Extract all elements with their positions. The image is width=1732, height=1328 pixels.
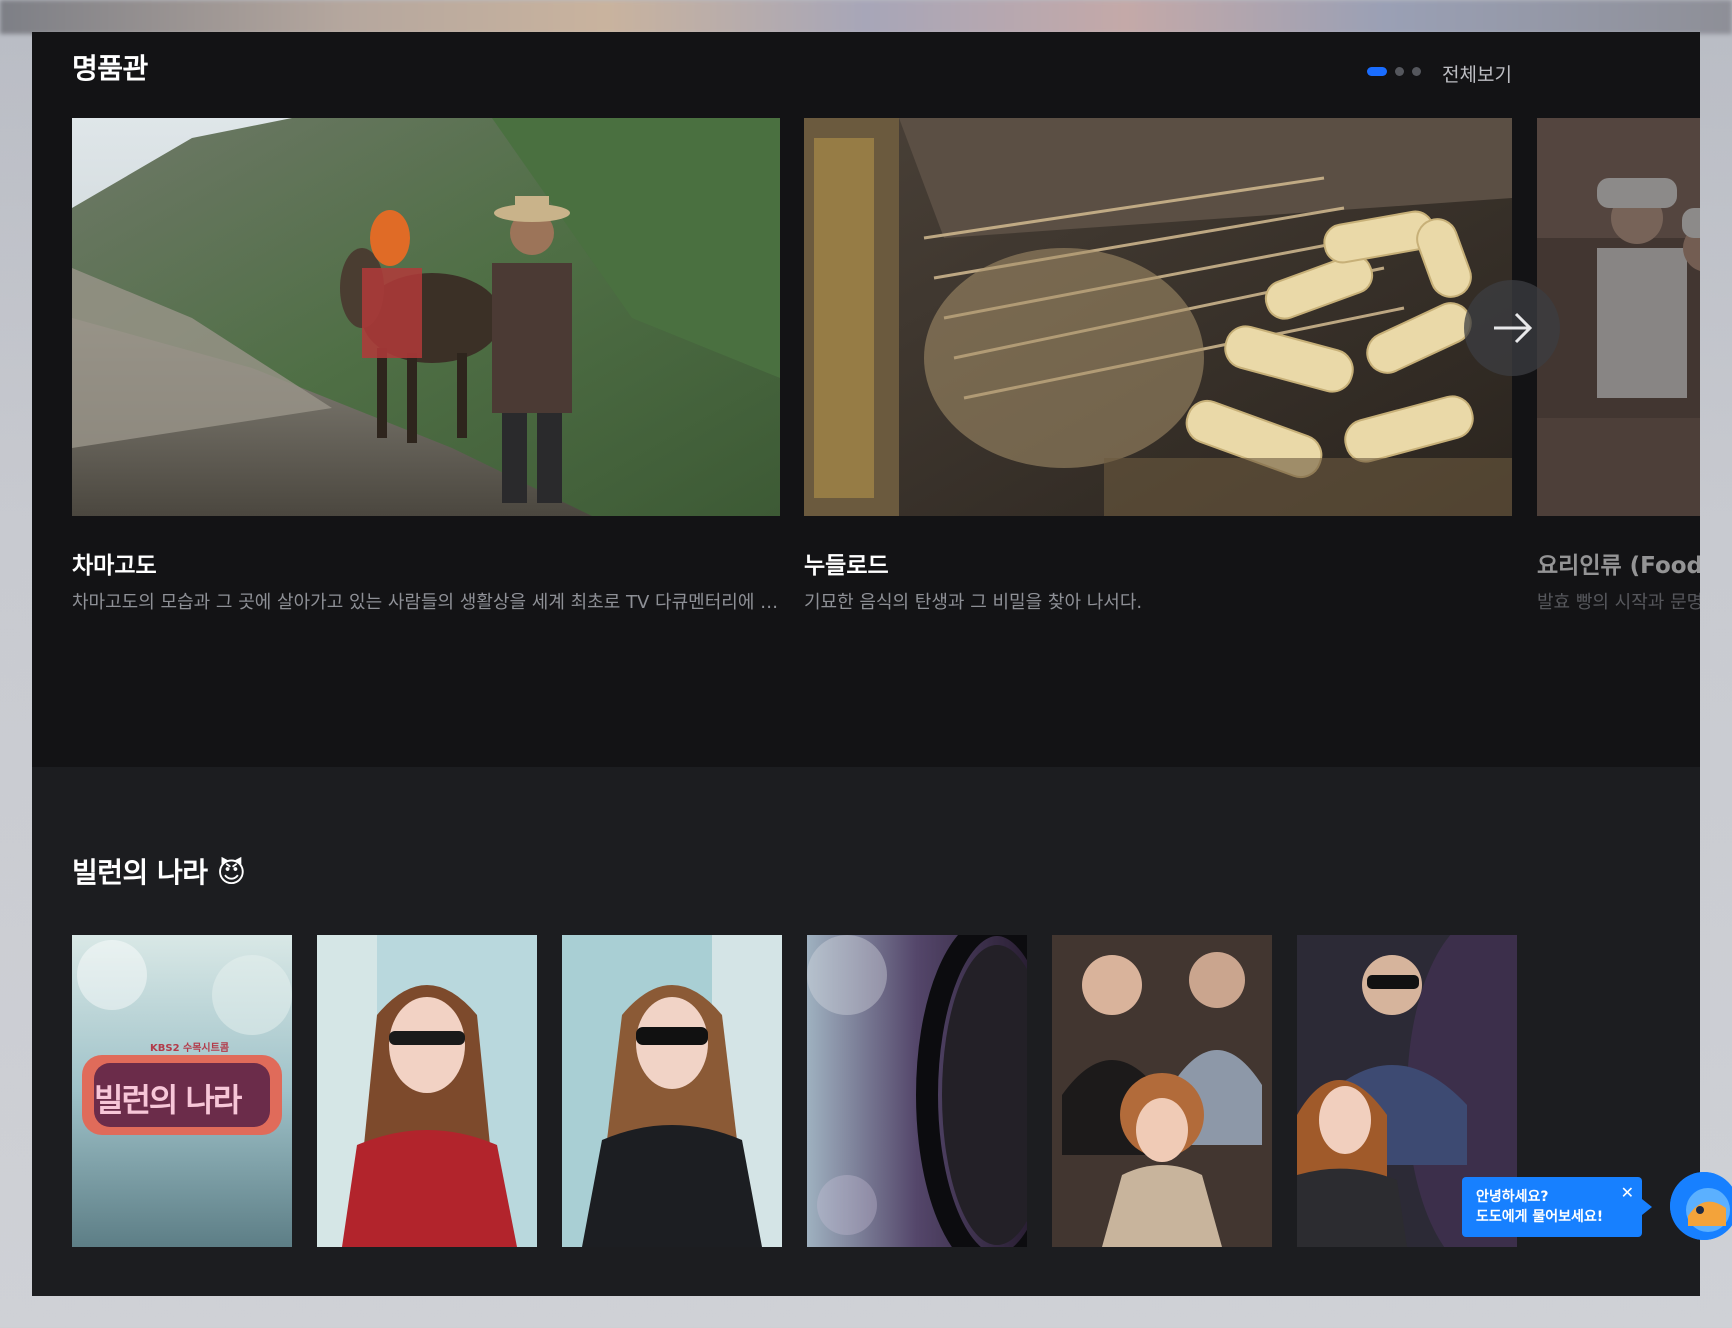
chatbot-greeting: 안녕하세요? <box>1476 1189 1549 1205</box>
carousel-pager[interactable] <box>1367 67 1421 76</box>
poster-logo-sub: KBS2 수목시트콤 <box>150 1043 230 1054</box>
program-card-noodle-road[interactable]: 누들로드 기묘한 음식의 탄생과 그 비밀을 찾아 나서다. <box>804 118 1512 614</box>
program-title[interactable]: 차마고도 <box>72 546 780 580</box>
poster-item[interactable] <box>1052 935 1272 1247</box>
poster-image-woman-black <box>562 935 782 1247</box>
content-frame: 명품관 전체보기 차마고도 차마고도의 모습과 그 곳에 살아가고 있는 사람들… <box>32 32 1700 1296</box>
program-thumbnail[interactable] <box>72 118 780 516</box>
see-all-link[interactable]: 전체보기 <box>1442 60 1512 87</box>
pager-dot-2[interactable] <box>1395 67 1404 76</box>
chatbot-prompt: 도도에게 물어보세요! <box>1476 1209 1604 1225</box>
program-thumbnail[interactable] <box>804 118 1512 516</box>
thumbnail-image-chefs <box>1537 118 1700 516</box>
dodo-icon <box>1670 1172 1732 1240</box>
section-title-premium: 명품관 <box>72 52 148 85</box>
poster-item[interactable] <box>562 935 782 1247</box>
poster-image-group <box>1052 935 1272 1247</box>
program-description: 차마고도의 모습과 그 곳에 살아가고 있는 사람들의 생활상을 세계 최초로 … <box>72 592 780 613</box>
thumbnail-image-mountain <box>72 118 780 516</box>
thumbnail-image-pasta <box>804 118 1512 516</box>
poster-image-woman-red <box>317 935 537 1247</box>
chatbot-bubble[interactable]: 안녕하세요? 도도에게 물어보세요! ✕ <box>1462 1177 1652 1237</box>
program-description: 기묘한 음식의 탄생과 그 비밀을 찾아 나서다. <box>804 592 1143 613</box>
pager-dot-3[interactable] <box>1412 67 1421 76</box>
program-thumbnail[interactable] <box>1537 118 1700 516</box>
section-title-villain: 빌런의 나라 😈 <box>72 856 246 889</box>
program-description: 발효 빵의 시작과 문명 <box>1537 592 1700 613</box>
premium-section: 명품관 전체보기 차마고도 차마고도의 모습과 그 곳에 살아가고 있는 사람들… <box>32 32 1700 767</box>
villain-section: 빌런의 나라 😈 KBS2 수목시트콤 빌런의 나라 <box>32 767 1700 1296</box>
poster-item[interactable]: KBS2 수목시트콤 빌런의 나라 <box>72 935 292 1247</box>
background-blur <box>0 0 1732 34</box>
poster-list: KBS2 수목시트콤 빌런의 나라 <box>72 935 1517 1247</box>
program-title[interactable]: 누들로드 <box>804 546 1512 580</box>
poster-logo-title: 빌런의 나라 <box>94 1081 242 1119</box>
program-title[interactable]: 요리인류 (Food Odyssey) <box>1537 546 1700 580</box>
chatbot-avatar-icon[interactable] <box>1670 1172 1732 1240</box>
poster-item[interactable] <box>807 935 1027 1247</box>
program-card-food-odyssey[interactable]: 요리인류 (Food Odyssey) 발효 빵의 시작과 문명 <box>1537 118 1700 614</box>
poster-image-mirror <box>807 935 1027 1247</box>
carousel-next-button[interactable] <box>1464 280 1560 376</box>
close-icon[interactable]: ✕ <box>1621 1183 1634 1203</box>
arrow-right-icon <box>1494 312 1533 344</box>
program-card-chamagodo[interactable]: 차마고도 차마고도의 모습과 그 곳에 살아가고 있는 사람들의 생활상을 세계… <box>72 118 780 614</box>
pager-dot-1[interactable] <box>1367 67 1387 76</box>
poster-item[interactable] <box>317 935 537 1247</box>
